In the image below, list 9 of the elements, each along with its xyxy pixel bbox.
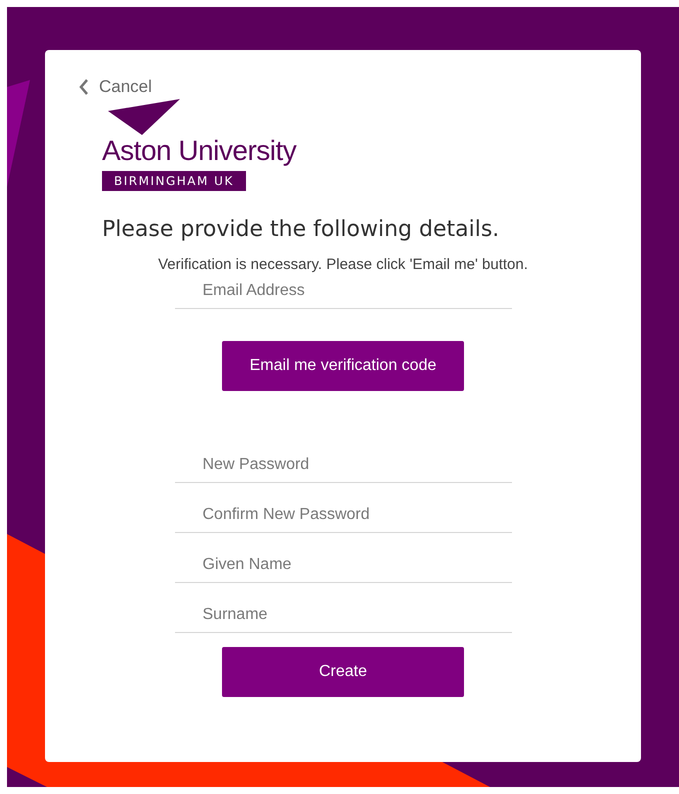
logo-banner: BIRMINGHAM UK bbox=[102, 171, 246, 191]
email-code-button[interactable]: Email me verification code bbox=[222, 341, 464, 391]
cancel-link[interactable]: Cancel bbox=[78, 77, 152, 97]
create-button[interactable]: Create bbox=[222, 647, 464, 697]
chevron-left-icon bbox=[78, 78, 89, 96]
verification-notice: Verification is necessary. Please click 'Email me' button. bbox=[157, 256, 529, 273]
page-heading: Please provide the following details. bbox=[102, 217, 500, 242]
logo-wordmark: Aston University bbox=[102, 135, 296, 167]
logo-triangle-icon bbox=[108, 99, 180, 135]
